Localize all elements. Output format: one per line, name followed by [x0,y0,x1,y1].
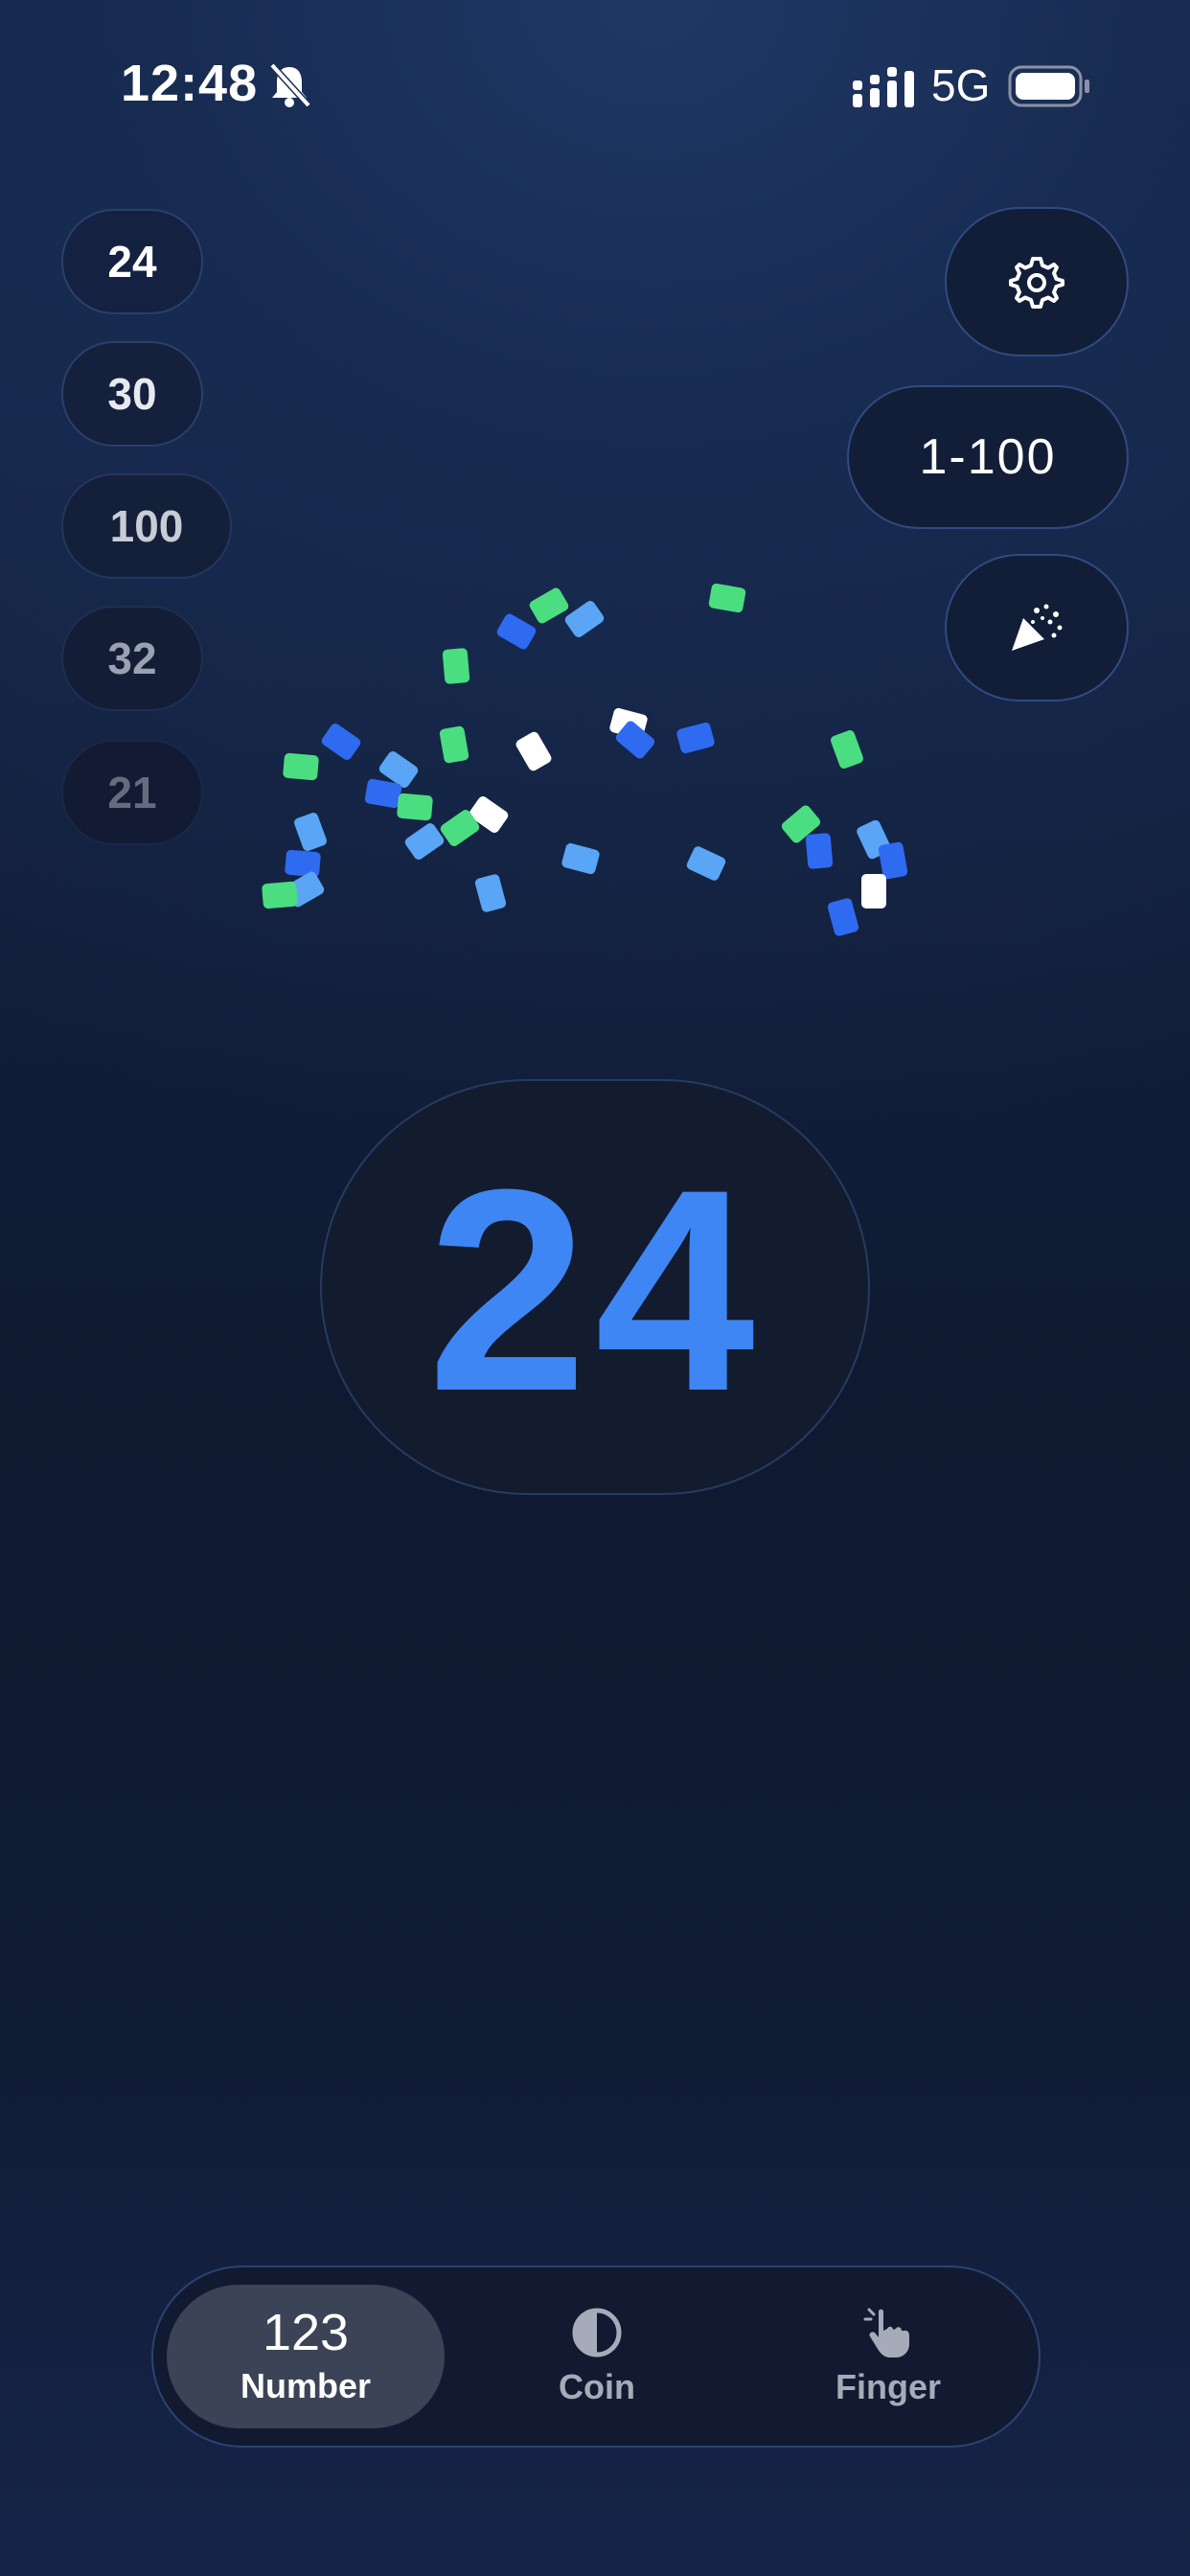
pointing-hand-icon [863,2308,909,2358]
confetti-piece [442,647,470,685]
confetti-piece [562,599,606,639]
signal-icon [853,67,914,107]
tab-finger[interactable]: Finger [749,2285,1027,2428]
settings-button[interactable] [945,207,1129,356]
history-item[interactable]: 100 [61,473,232,579]
confetti-piece [292,811,329,853]
confetti-piece [829,728,865,770]
tab-number[interactable]: 123 Number [167,2285,445,2428]
network-label: 5G [931,60,991,110]
half-circle-icon [572,2308,622,2358]
result-display[interactable]: 24 [320,1079,870,1495]
confetti-piece [364,778,402,809]
tab-coin[interactable]: Coin [458,2285,736,2428]
number-glyph: 123 [262,2304,350,2361]
confetti-piece [685,844,727,883]
bell-slash-icon [269,62,311,108]
mode-tab-bar: 123 Number Coin Finger [151,2266,1041,2448]
history-item[interactable]: 21 [61,740,203,845]
tab-label: Finger [835,2367,941,2406]
confetti-piece [439,725,469,764]
gear-icon [1009,257,1064,309]
confetti-piece [396,793,434,821]
history-item[interactable]: 32 [61,606,203,711]
confetti-piece [282,752,320,781]
confetti-piece [561,841,601,876]
confetti-piece [473,873,508,913]
tab-label: Coin [559,2367,635,2406]
status-time: 12:48 [121,55,259,112]
confetti-piece [261,881,299,909]
confetti-piece [861,874,886,908]
result-number: 24 [427,1129,763,1451]
battery-icon [1008,65,1089,107]
range-button[interactable]: 1-100 [847,385,1129,529]
range-label: 1-100 [919,429,1057,485]
confetti-piece [826,897,860,937]
confetti-button[interactable] [945,554,1129,702]
party-popper-icon [1012,604,1063,651]
confetti-piece [675,721,716,755]
history-item[interactable]: 30 [61,341,203,447]
confetti-piece [708,583,746,613]
history-item[interactable]: 24 [61,209,203,314]
confetti-piece [805,832,834,870]
confetti-piece [494,611,538,652]
confetti-piece [319,722,363,762]
tab-label: Number [240,2366,372,2405]
confetti-piece [514,729,554,773]
